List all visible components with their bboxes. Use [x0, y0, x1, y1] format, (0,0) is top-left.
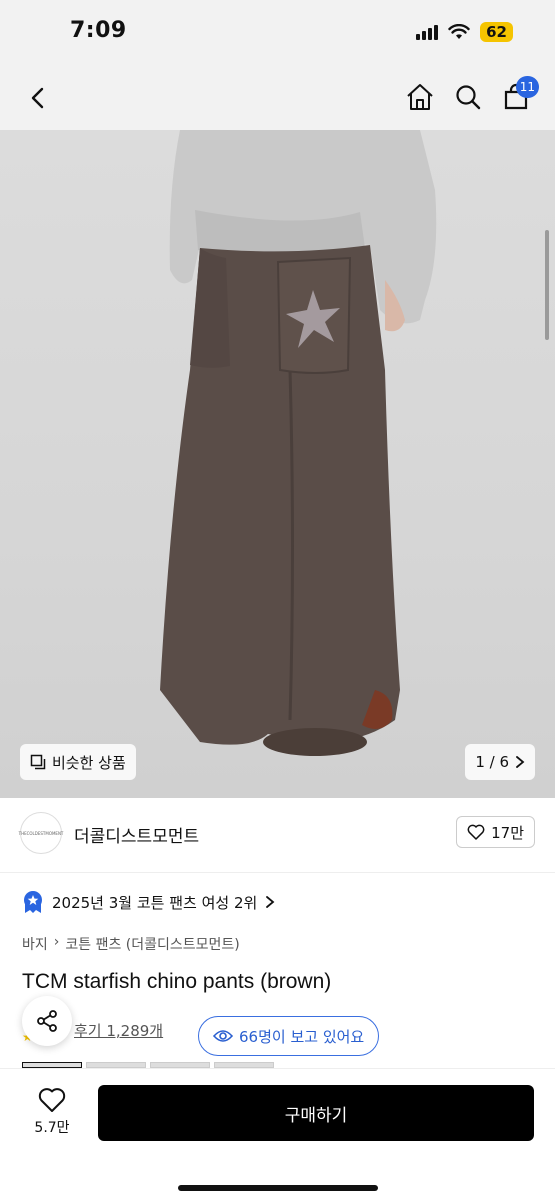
wishlist-button[interactable]: 5.7만: [26, 1087, 78, 1137]
copy-icon: [30, 754, 46, 770]
brand-logo[interactable]: THECOLDESTMOMENT: [19, 812, 63, 854]
nav-bar: 11: [0, 66, 555, 130]
search-icon: [456, 85, 481, 110]
breadcrumb-item[interactable]: 바지: [22, 934, 48, 954]
status-icons: 62: [416, 22, 513, 42]
divider: [0, 872, 555, 873]
status-bar: 7:09 62: [0, 0, 555, 66]
image-pager-label: 1 / 6: [475, 753, 509, 771]
home-indicator: [178, 1185, 378, 1191]
viewers-text: 66명이 보고 있어요: [239, 1027, 365, 1046]
chevron-left-icon: [31, 87, 44, 109]
review-row: ★ 후기 1,289개 66명이 보고 있어요: [22, 1016, 542, 1056]
ranking-text: 2025년 3월 코튼 팬츠 여성 2위: [52, 893, 258, 912]
nav-actions: 11: [401, 76, 539, 116]
brand-row[interactable]: THECOLDESTMOMENT 더콜디스트모먼트 17만: [0, 798, 555, 872]
product-image[interactable]: 비슷한 상품 1 / 6: [0, 130, 555, 798]
wishlist-count: 5.7만: [34, 1120, 70, 1136]
review-link[interactable]: 후기 1,289개: [74, 1020, 163, 1041]
image-pager[interactable]: 1 / 6: [465, 744, 535, 780]
brand-name[interactable]: 더콜디스트모먼트: [74, 822, 199, 847]
chevron-right-icon: [266, 896, 275, 908]
viewers-badge[interactable]: 66명이 보고 있어요: [198, 1016, 380, 1056]
heart-icon: [467, 824, 485, 840]
back-button[interactable]: [20, 80, 56, 116]
breadcrumb: 바지 › 코튼 팬츠 (더콜디스트모먼트): [22, 934, 240, 954]
cart-button[interactable]: 11: [497, 76, 539, 116]
ranking-badge-icon: [24, 891, 42, 913]
cart-count-badge: 11: [515, 76, 539, 98]
product-title: TCM starfish chino pants (brown): [22, 970, 332, 993]
brand-like-button[interactable]: 17만: [456, 816, 535, 848]
status-time: 7:09: [70, 18, 127, 43]
brand-like-count: 17만: [491, 823, 524, 842]
breadcrumb-separator: ›: [53, 934, 60, 950]
similar-products-label: 비슷한 상품: [52, 753, 126, 772]
bottom-action-bar: 5.7만 구매하기: [0, 1068, 555, 1200]
battery-indicator: 62: [480, 22, 513, 42]
breadcrumb-item[interactable]: 코튼 팬츠 (더콜디스트모먼트): [65, 934, 239, 954]
chevron-right-icon: [516, 756, 525, 768]
buy-button[interactable]: 구매하기: [98, 1085, 534, 1141]
heart-icon: [38, 1088, 66, 1112]
home-icon: [407, 84, 433, 110]
scroll-indicator[interactable]: [545, 230, 549, 340]
similar-products-button[interactable]: 비슷한 상품: [20, 744, 136, 780]
eye-icon: [213, 1030, 233, 1042]
signal-icon: [416, 24, 439, 40]
wifi-icon: [448, 24, 470, 39]
share-button[interactable]: [22, 996, 72, 1046]
home-button[interactable]: [401, 78, 439, 116]
product-photo: [160, 130, 437, 756]
share-icon: [37, 1010, 57, 1032]
search-button[interactable]: [449, 78, 487, 116]
ranking-link[interactable]: 2025년 3월 코튼 팬츠 여성 2위: [22, 890, 275, 914]
